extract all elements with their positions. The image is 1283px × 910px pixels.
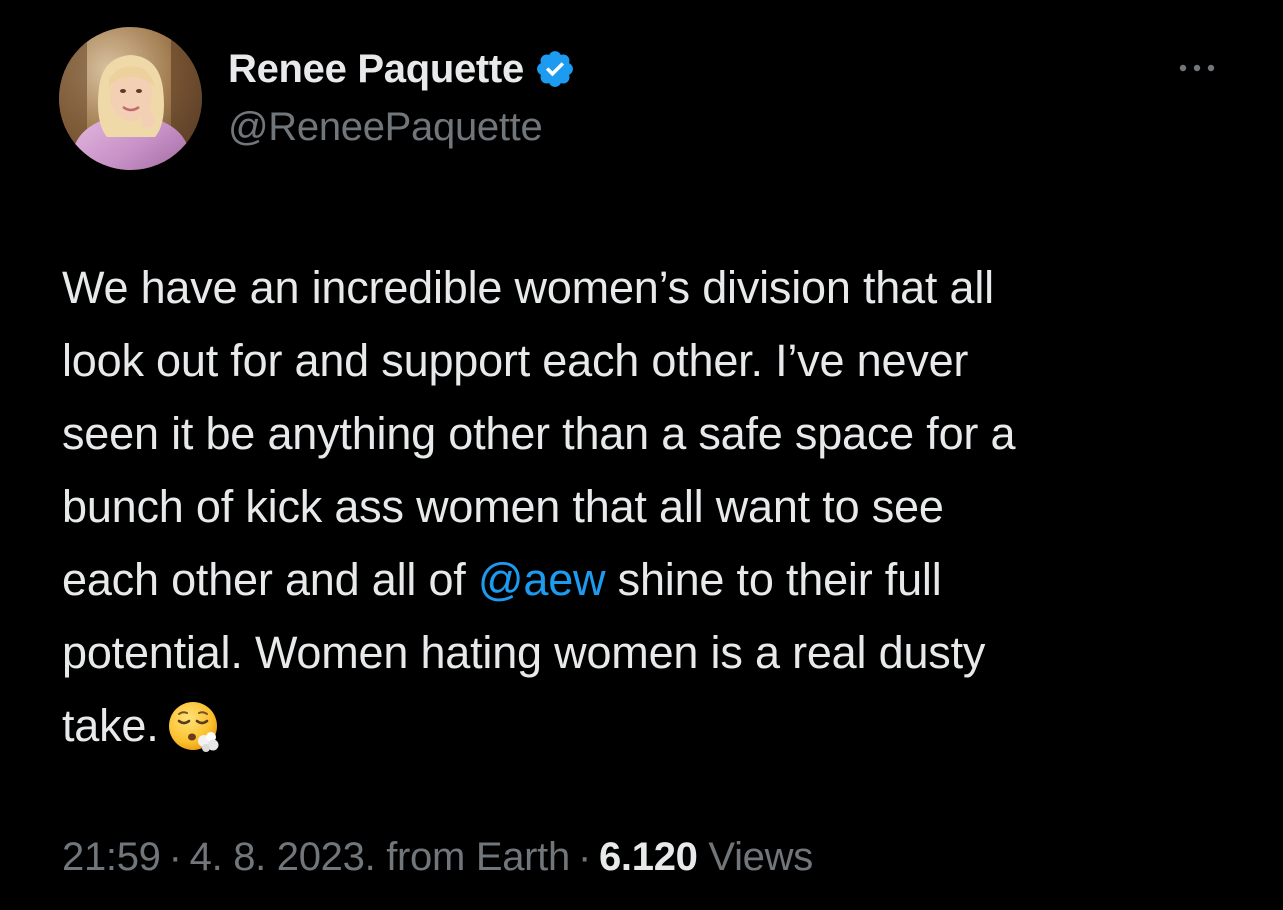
tweet-detail: Renee Paquette @ReneePaquette We have an…	[0, 0, 1283, 910]
display-name[interactable]: Renee Paquette	[228, 47, 524, 92]
tweet-text-line: seen it be anything other than a safe sp…	[62, 408, 1016, 459]
tweet-text-segment: each other and all of	[62, 554, 478, 605]
separator-dot: ·	[168, 835, 182, 879]
views-label: Views	[708, 835, 813, 879]
tweet-date[interactable]: 4. 8. 2023.	[190, 835, 376, 879]
tweet-text-line: We have an incredible women’s division t…	[62, 262, 994, 313]
tweet-text-line: bunch of kick ass women that all want to…	[62, 481, 944, 532]
views-count[interactable]: 6.120	[599, 835, 698, 879]
profile-avatar[interactable]	[59, 27, 202, 170]
tweet-source: from Earth	[386, 835, 570, 879]
tweet-text-line-last: take.	[62, 689, 1252, 762]
more-horizontal-icon	[1177, 60, 1217, 78]
tweet-text-line: potential. Women hating women is a real …	[62, 627, 986, 678]
tweet-text-line: look out for and support each other. I’v…	[62, 335, 969, 386]
user-handle[interactable]: @ReneePaquette	[228, 105, 543, 150]
tweet-text: We have an incredible women’s division t…	[62, 251, 1252, 762]
more-options-button[interactable]	[1172, 52, 1222, 86]
name-row: Renee Paquette	[228, 44, 576, 94]
tweet-text-segment: take.	[62, 700, 159, 751]
mention-link-aew[interactable]: @aew	[478, 554, 606, 605]
tweet-text-segment: shine to their full	[605, 554, 942, 605]
verified-badge-icon	[534, 48, 576, 90]
separator-dot: ·	[577, 835, 591, 879]
face-exhaling-emoji	[167, 699, 223, 755]
tweet-time[interactable]: 21:59	[62, 835, 161, 879]
tweet-metadata: 21:59 · 4. 8. 2023. from Earth · 6.120 Views	[62, 835, 813, 880]
tweet-text-line-with-mention: each other and all of @aew shine to thei…	[62, 543, 1252, 616]
